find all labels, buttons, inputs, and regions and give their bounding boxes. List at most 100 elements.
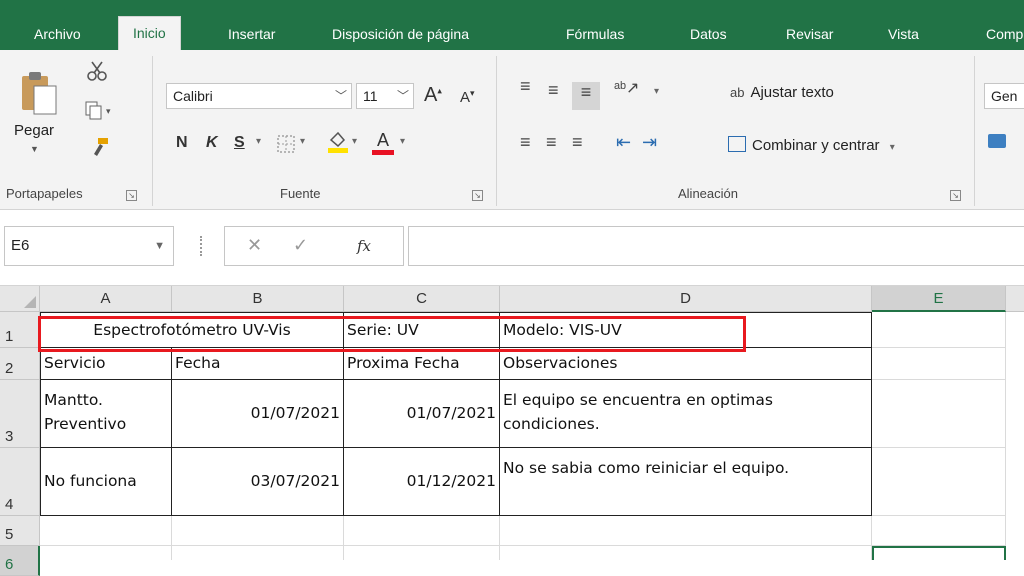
enter-icon[interactable]: ✓ [293, 235, 308, 256]
column-header-d[interactable]: D [500, 286, 872, 312]
ribbon: Pegar ▼ ▾ Portapapeles ↘ Calibri ﹀ 11 ﹀ … [0, 50, 1024, 210]
tab-insertar[interactable]: Insertar [228, 18, 275, 50]
cut-icon[interactable] [86, 60, 108, 82]
cell-b3[interactable]: 01/07/2021 [172, 380, 344, 448]
cell-c3[interactable]: 01/07/2021 [344, 380, 500, 448]
tab-disposicion-de-pagina[interactable]: Disposición de página [332, 18, 469, 50]
chevron-down-icon: ▼ [154, 240, 165, 252]
cell-e5[interactable] [872, 516, 1006, 546]
cell-a2[interactable]: Servicio [40, 348, 172, 380]
orientation-icon[interactable]: ᵃᵇ↗ [614, 78, 639, 98]
tab-vista[interactable]: Vista [888, 18, 919, 50]
cell-c2[interactable]: Proxima Fecha [344, 348, 500, 380]
tab-comp[interactable]: Comp [986, 18, 1023, 50]
chevron-down-icon[interactable]: ▾ [352, 136, 357, 147]
cell-d3[interactable]: El equipo se encuentra en optimas condic… [500, 380, 872, 448]
row-header-1[interactable]: 1 [0, 312, 40, 348]
insert-function-icon[interactable]: fx [357, 237, 371, 255]
cell-a5[interactable] [40, 516, 172, 546]
cell-a1[interactable]: Espectrofotómetro UV-Vis [40, 312, 344, 348]
tab-formulas[interactable]: Fórmulas [566, 18, 624, 50]
align-right-icon[interactable]: ≡ [572, 132, 583, 153]
increase-indent-icon[interactable]: ⇥ [642, 132, 657, 153]
underline-button[interactable]: S [234, 134, 245, 152]
font-size-combobox[interactable]: 11 ﹀ [356, 83, 414, 109]
cell-d2[interactable]: Observaciones [500, 348, 872, 380]
column-header-b[interactable]: B [172, 286, 344, 312]
cell-c6[interactable] [344, 546, 500, 560]
cell-a6[interactable] [40, 546, 172, 560]
alignment-launcher-icon[interactable]: ↘ [950, 190, 961, 201]
align-center-icon[interactable]: ≡ [546, 132, 557, 153]
name-box-value: E6 [11, 237, 30, 254]
chevron-down-icon[interactable]: ▾ [256, 136, 261, 147]
column-header-f[interactable] [1006, 286, 1024, 312]
row-header-6[interactable]: 6 [0, 546, 40, 576]
cell-c1[interactable]: Serie: UV [344, 312, 500, 348]
format-painter-icon[interactable] [88, 136, 112, 158]
chevron-down-icon[interactable]: ▾ [654, 86, 659, 97]
row-header-2[interactable]: 2 [0, 348, 40, 380]
chevron-down-icon[interactable]: ▾ [300, 136, 305, 147]
cell-d5[interactable] [500, 516, 872, 546]
cell-e4[interactable] [872, 448, 1006, 516]
clipboard-launcher-icon[interactable]: ↘ [126, 190, 137, 201]
borders-icon[interactable] [276, 134, 296, 154]
align-middle-icon[interactable]: ≡ [548, 80, 559, 101]
cell-e1[interactable] [872, 312, 1006, 348]
row-header-3[interactable]: 3 [0, 380, 40, 448]
cell-a4[interactable]: No funciona [40, 448, 172, 516]
decrease-font-size-button[interactable]: A▾ [460, 88, 475, 106]
chevron-down-icon[interactable]: ▾ [400, 136, 405, 147]
tab-inicio[interactable]: Inicio [118, 16, 181, 50]
number-format-combobox[interactable]: Gen [984, 83, 1024, 109]
italic-button[interactable]: K [206, 134, 218, 152]
column-header-c[interactable]: C [344, 286, 500, 312]
font-color-swatch [372, 150, 394, 155]
tab-archivo[interactable]: Archivo [34, 18, 81, 50]
increase-font-size-button[interactable]: A▴ [424, 84, 442, 107]
decrease-indent-icon[interactable]: ⇤ [616, 132, 631, 153]
paste-icon [22, 72, 57, 115]
font-launcher-icon[interactable]: ↘ [472, 190, 483, 201]
cell-d6[interactable] [500, 546, 872, 560]
paste-button[interactable]: Pegar ▼ [14, 68, 62, 168]
row-header-5[interactable]: 5 [0, 516, 40, 546]
font-color-button[interactable]: A [370, 130, 396, 158]
select-all-button[interactable] [0, 286, 40, 312]
wrap-text-button[interactable]: ab Ajustar texto [730, 84, 834, 101]
cell-b2[interactable]: Fecha [172, 348, 344, 380]
cell-d4[interactable]: No se sabia como reiniciar el equipo. [500, 448, 872, 516]
row-header-4[interactable]: 4 [0, 448, 40, 516]
align-bottom-icon[interactable]: ≡ [572, 82, 600, 110]
cell-e3[interactable] [872, 380, 1006, 448]
column-header-e[interactable]: E [872, 286, 1006, 312]
column-header-a[interactable]: A [40, 286, 172, 312]
cell-b6[interactable] [172, 546, 344, 560]
tab-revisar[interactable]: Revisar [786, 18, 833, 50]
currency-icon[interactable] [988, 134, 1006, 148]
formula-input[interactable] [408, 226, 1024, 266]
cell-b5[interactable] [172, 516, 344, 546]
copy-icon[interactable]: ▾ [84, 100, 114, 120]
font-name-combobox[interactable]: Calibri ﹀ [166, 83, 352, 109]
ribbon-tab-bar: Archivo Inicio Insertar Disposición de p… [0, 0, 1024, 50]
cell-c4[interactable]: 01/12/2021 [344, 448, 500, 516]
fill-color-icon[interactable] [326, 130, 350, 154]
align-top-icon[interactable]: ≡ [520, 76, 531, 97]
cell-b4[interactable]: 03/07/2021 [172, 448, 344, 516]
align-left-icon[interactable]: ≡ [520, 132, 531, 153]
cancel-icon[interactable]: ✕ [247, 235, 262, 256]
cell-d1[interactable]: Modelo: VIS-UV [500, 312, 872, 348]
cell-c5[interactable] [344, 516, 500, 546]
cell-a3[interactable]: Mantto. Preventivo [40, 380, 172, 448]
name-box[interactable]: E6 ▼ [4, 226, 174, 266]
font-size-value: 11 [363, 88, 378, 104]
formula-bar-grip[interactable] [200, 236, 203, 256]
bold-button[interactable]: N [176, 134, 188, 152]
cell-e2[interactable] [872, 348, 1006, 380]
active-cell-e6[interactable] [872, 546, 1006, 560]
formula-buttons: ✕ ✓ fx [224, 226, 404, 266]
merge-center-button[interactable]: Combinar y centrar ▾ [728, 136, 895, 154]
tab-datos[interactable]: Datos [690, 18, 727, 50]
